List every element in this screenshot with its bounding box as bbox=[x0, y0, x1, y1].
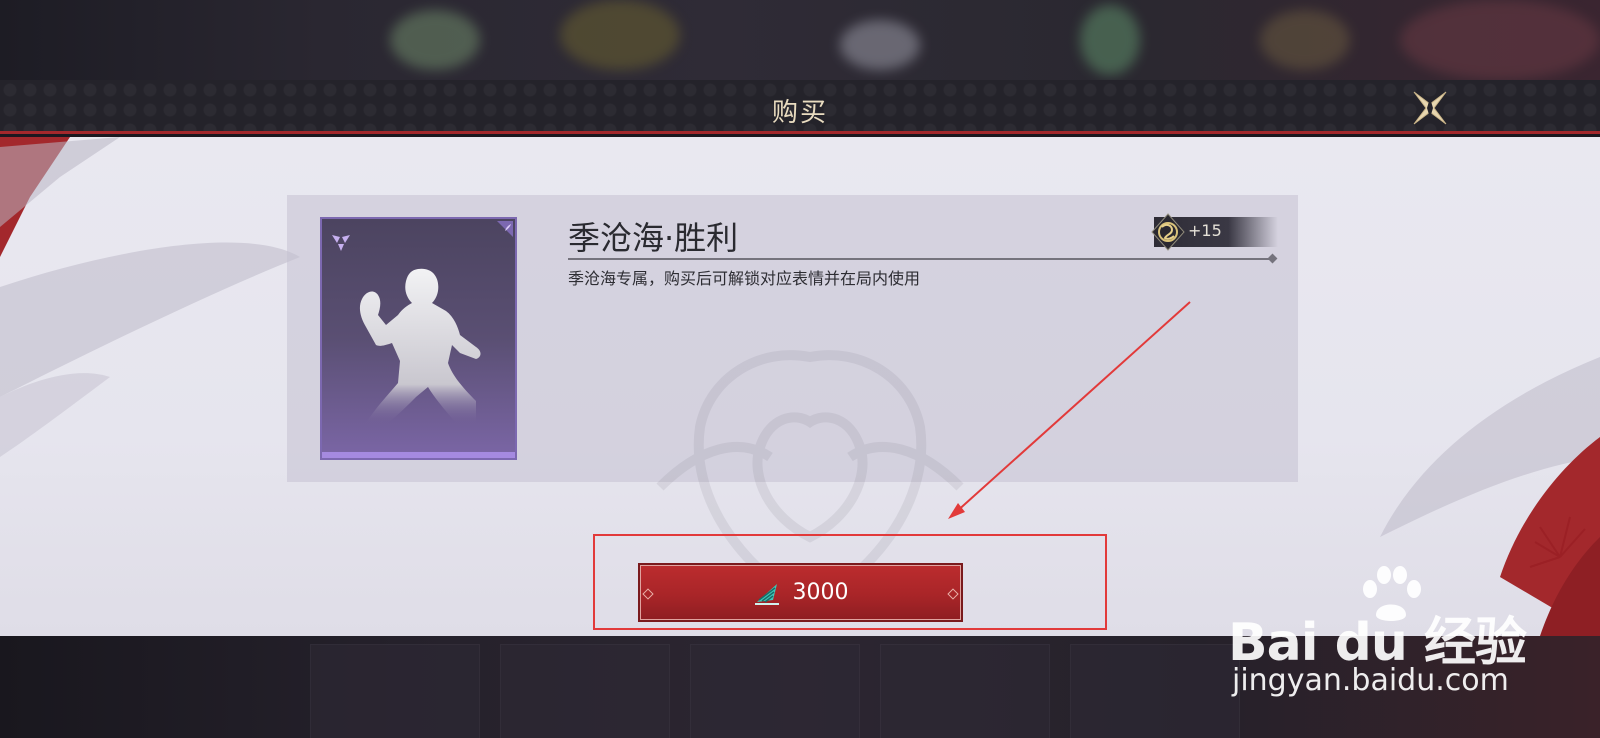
dragon-emblem-icon bbox=[1151, 213, 1185, 251]
watermark-url: jingyan.baidu.com bbox=[1232, 663, 1509, 698]
item-name: 季沧海·胜利 bbox=[568, 219, 739, 257]
close-x-icon bbox=[1413, 91, 1447, 125]
dialog-header: 购买 bbox=[0, 80, 1600, 134]
item-description: 季沧海专属，购买后可解锁对应表情并在局内使用 bbox=[568, 269, 921, 288]
currency-drill-icon bbox=[754, 583, 779, 605]
bonus-value: +15 bbox=[1188, 221, 1222, 240]
leaf-corner-icon bbox=[497, 221, 513, 237]
rarity-bar bbox=[322, 452, 515, 458]
close-button[interactable] bbox=[1408, 86, 1452, 130]
item-icon-frame bbox=[320, 217, 517, 460]
emote-pose-icon bbox=[359, 268, 481, 423]
rarity-emblem-icon bbox=[332, 235, 350, 251]
buy-button[interactable]: 3000 bbox=[638, 563, 963, 622]
dialog-title: 购买 bbox=[771, 98, 828, 128]
baidu-watermark: Bai du 经验 jingyan.baidu.com bbox=[1228, 565, 1528, 705]
bonus-badge: +15 bbox=[1151, 213, 1278, 251]
item-divider bbox=[568, 258, 1272, 260]
background-game-top bbox=[0, 0, 1600, 80]
buy-price: 3000 bbox=[792, 580, 849, 605]
